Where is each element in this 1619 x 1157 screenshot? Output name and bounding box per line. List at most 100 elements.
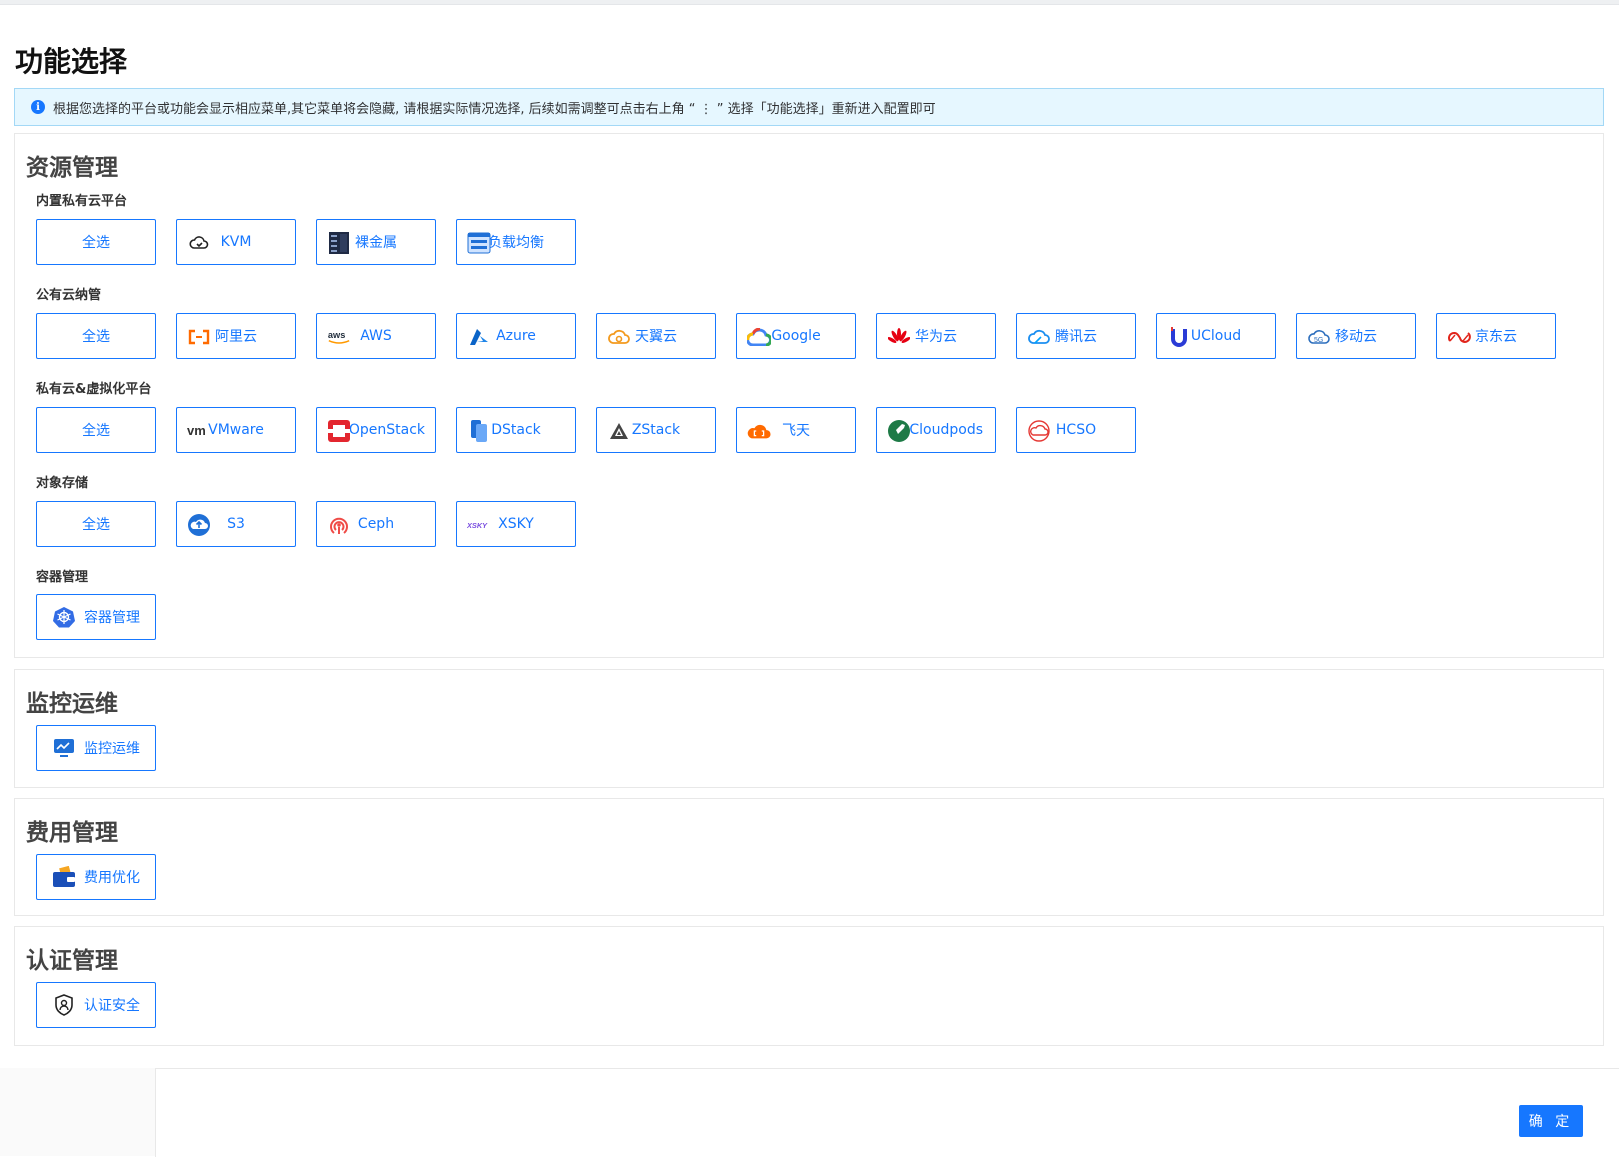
monitor-row: 监控运维: [36, 725, 156, 771]
button-label: 费用优化: [84, 870, 140, 886]
button-label: VMware: [208, 422, 264, 438]
info-text: 根据您选择的平台或功能会显示相应菜单,其它菜单将会隐藏, 请根据实际情况选择, …: [53, 101, 936, 117]
vmware-button[interactable]: vm VMware: [176, 407, 296, 453]
button-label: 飞天: [782, 423, 810, 439]
aws-button[interactable]: aws AWS: [316, 313, 436, 359]
kubernetes-icon: [52, 605, 76, 629]
select-all-private-button[interactable]: 全选: [36, 407, 156, 453]
openstack-button[interactable]: OpenStack: [316, 407, 436, 453]
private-cloud-row: 全选 vm VMware OpenStack DStack ZStack 飞天 …: [36, 407, 1136, 453]
kvm-button[interactable]: KVM: [176, 219, 296, 265]
select-all-storage-button[interactable]: 全选: [36, 501, 156, 547]
button-label: AWS: [360, 328, 392, 344]
ctyun-button[interactable]: 天翼云: [596, 313, 716, 359]
button-label: DStack: [491, 422, 541, 438]
button-label: 移动云: [1335, 329, 1377, 345]
button-label: 腾讯云: [1055, 329, 1097, 345]
aliyun-icon: [187, 325, 211, 349]
tencent-cloud-icon: [1027, 325, 1051, 349]
section-title-monitor: 监控运维: [26, 691, 118, 717]
section-title-cost: 费用管理: [26, 820, 118, 846]
s3-icon: [187, 513, 211, 537]
group-label-builtin: 内置私有云平台: [36, 194, 128, 209]
button-label: 天翼云: [635, 329, 677, 345]
footer-bar: [155, 1068, 1619, 1157]
group-label-container: 容器管理: [36, 570, 89, 585]
tencent-button[interactable]: 腾讯云: [1016, 313, 1136, 359]
select-all-public-button[interactable]: 全选: [36, 313, 156, 359]
section-title-resource: 资源管理: [26, 155, 118, 181]
ucloud-icon: [1167, 325, 1191, 349]
button-label: S3: [227, 516, 245, 532]
confirm-button[interactable]: 确 定: [1519, 1105, 1583, 1137]
ceph-icon: [327, 513, 351, 537]
auth-management-card: 认证管理 认证安全: [14, 926, 1604, 1046]
xsky-button[interactable]: XSKY XSKY: [456, 501, 576, 547]
auth-row: 认证安全: [36, 982, 156, 1028]
aliyun-button[interactable]: 阿里云: [176, 313, 296, 359]
button-label: 监控运维: [84, 741, 140, 757]
dstack-icon: [467, 419, 491, 443]
load-balancer-button[interactable]: 负载均衡: [456, 219, 576, 265]
jdcloud-button[interactable]: 京东云: [1436, 313, 1556, 359]
page-title: 功能选择: [15, 45, 128, 78]
hcso-icon: [1027, 419, 1051, 443]
kvm-cloud-icon: [187, 231, 211, 255]
select-all-builtin-button[interactable]: 全选: [36, 219, 156, 265]
button-label: 裸金属: [355, 235, 397, 251]
apsara-icon: [747, 419, 771, 443]
cloudpods-button[interactable]: Cloudpods: [876, 407, 996, 453]
auth-security-button[interactable]: 认证安全: [36, 982, 156, 1028]
button-label: 全选: [82, 329, 110, 345]
group-label-public: 公有云纳管: [36, 288, 102, 303]
cloudpods-icon: [887, 419, 911, 443]
svg-text:aws: aws: [328, 330, 345, 340]
info-icon: i: [31, 100, 45, 114]
button-label: ZStack: [631, 422, 681, 438]
group-label-private: 私有云&虚拟化平台: [36, 382, 152, 397]
button-label: 认证安全: [84, 998, 140, 1014]
button-label: 容器管理: [84, 610, 140, 626]
group-label-storage: 对象存储: [36, 476, 89, 491]
button-label: HCSO: [1055, 422, 1097, 438]
button-label: Azure: [496, 328, 536, 344]
huawei-button[interactable]: 华为云: [876, 313, 996, 359]
ucloud-button[interactable]: UCloud: [1156, 313, 1276, 359]
azure-icon: [467, 325, 491, 349]
container-row: 容器管理: [36, 594, 156, 640]
object-storage-row: 全选 S3 Ceph XSKY XSKY: [36, 501, 576, 547]
dstack-button[interactable]: DStack: [456, 407, 576, 453]
cost-optimization-button[interactable]: 费用优化: [36, 854, 156, 900]
ecloud-icon: 5G: [1307, 325, 1331, 349]
hcso-button[interactable]: HCSO: [1016, 407, 1136, 453]
cost-row: 费用优化: [36, 854, 156, 900]
container-management-button[interactable]: 容器管理: [36, 594, 156, 640]
jdcloud-icon: [1447, 325, 1471, 349]
builtin-platform-row: 全选 KVM 裸金属 负载均衡: [36, 219, 576, 265]
button-label: Google: [771, 328, 821, 344]
button-label: 华为云: [915, 329, 957, 345]
ecloud-button[interactable]: 5G 移动云: [1296, 313, 1416, 359]
google-button[interactable]: Google: [736, 313, 856, 359]
button-label: Ceph: [357, 516, 395, 532]
button-label: 全选: [82, 235, 110, 251]
aws-icon: aws: [327, 325, 351, 349]
monitoring-button[interactable]: 监控运维: [36, 725, 156, 771]
top-divider: [0, 0, 1619, 5]
s3-button[interactable]: S3: [176, 501, 296, 547]
button-label: 全选: [82, 517, 110, 533]
ceph-button[interactable]: Ceph: [316, 501, 436, 547]
cost-management-card: 费用管理 费用优化: [14, 798, 1604, 916]
google-cloud-icon: [747, 325, 771, 349]
button-label: UCloud: [1190, 328, 1242, 344]
public-cloud-row: 全选 阿里云 aws AWS Azure 天翼云 Google 华为云 腾讯云 …: [36, 313, 1556, 359]
svg-text:5G: 5G: [1314, 337, 1323, 344]
openstack-icon: [327, 419, 351, 443]
zstack-button[interactable]: ZStack: [596, 407, 716, 453]
zstack-icon: [607, 419, 631, 443]
button-label: 阿里云: [215, 329, 257, 345]
azure-button[interactable]: Azure: [456, 313, 576, 359]
monitor-chart-icon: [52, 736, 76, 760]
apsara-button[interactable]: 飞天: [736, 407, 856, 453]
baremetal-button[interactable]: 裸金属: [316, 219, 436, 265]
